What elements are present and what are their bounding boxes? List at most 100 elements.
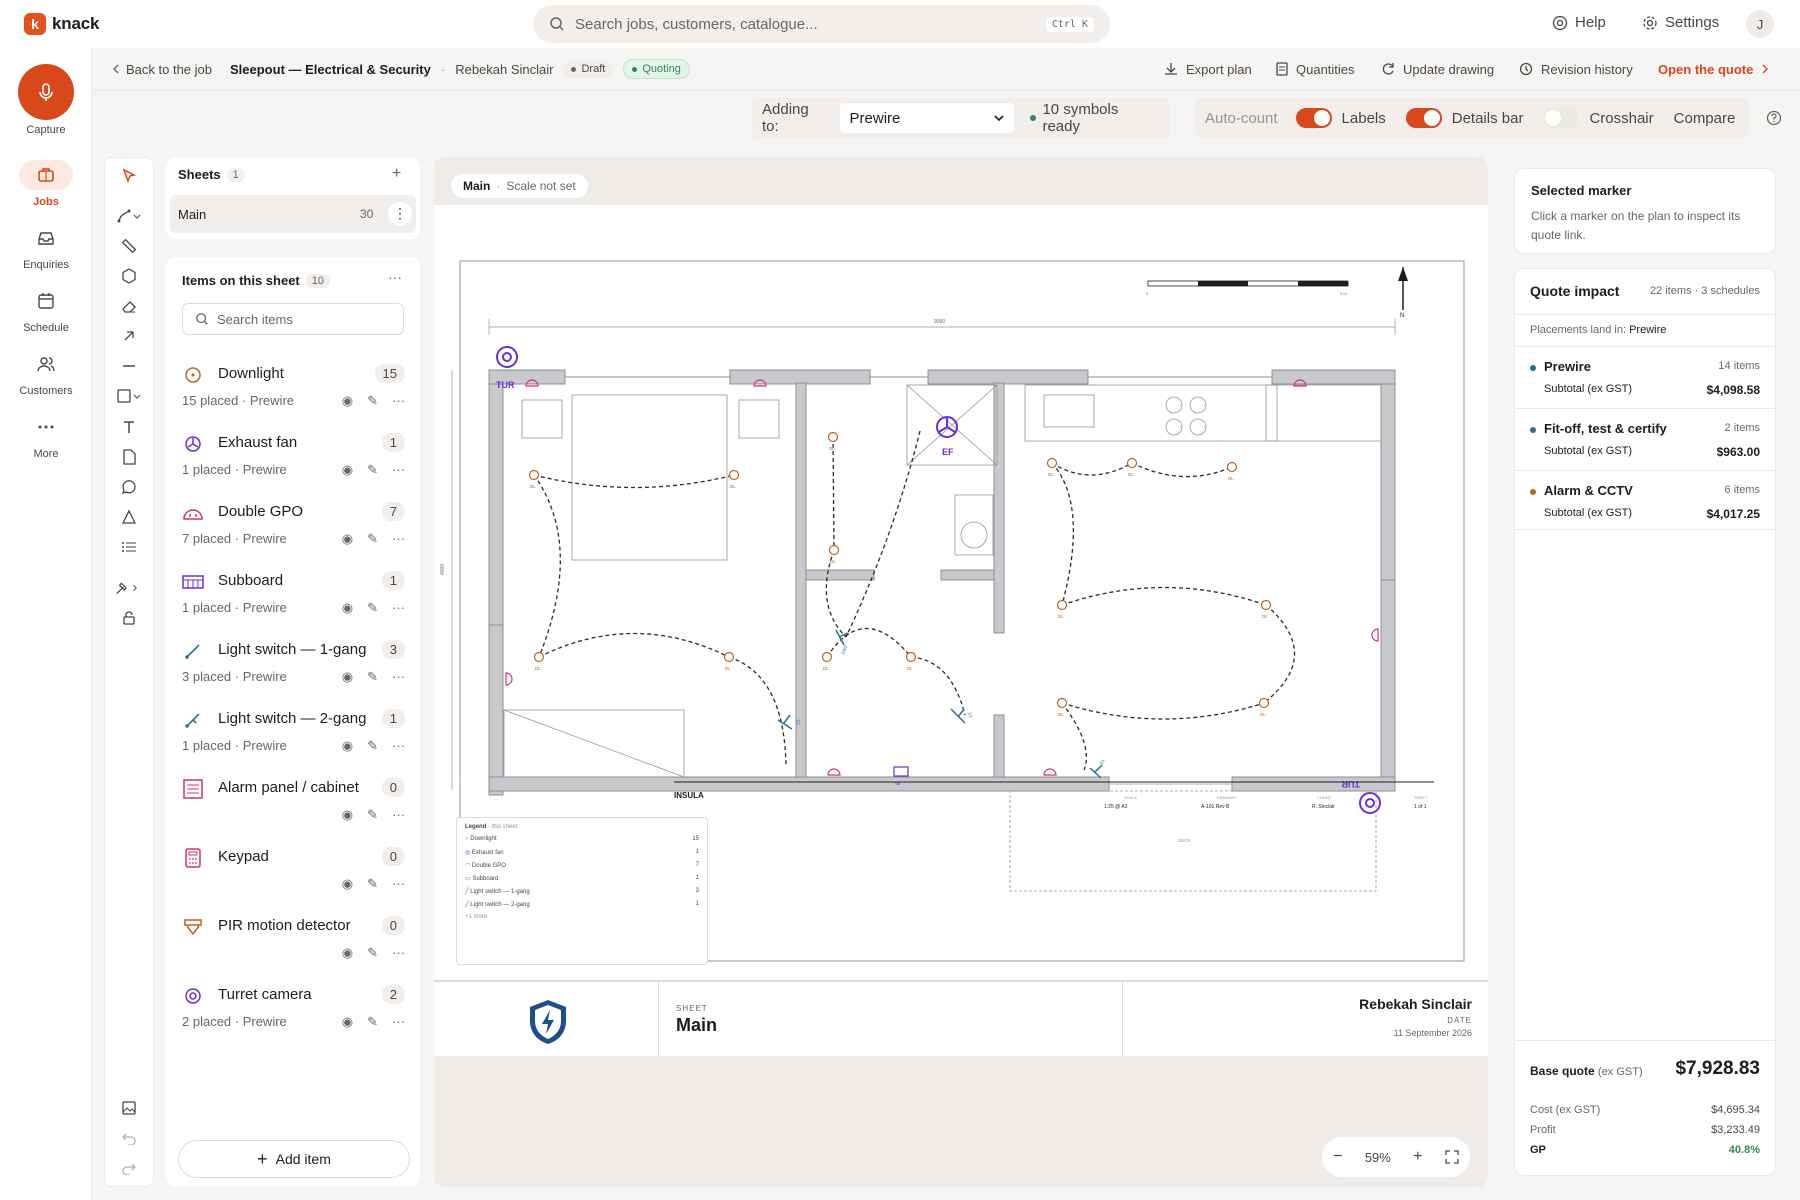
back-link[interactable]: Back to the job: [112, 62, 212, 77]
tools-menu[interactable]: [114, 577, 140, 599]
list-item[interactable]: Light switch — 2-gang 1 1 placed · Prewi…: [180, 706, 405, 775]
edit-icon[interactable]: ✎: [367, 738, 378, 754]
line-tool[interactable]: [116, 355, 142, 377]
list-item[interactable]: PIR motion detector 0 ◉ ✎ ···: [180, 913, 405, 982]
help-link[interactable]: Help: [1552, 14, 1606, 31]
auto-count-button[interactable]: Auto-count: [1205, 110, 1278, 127]
footer-client-name: Rebekah Sinclair: [1359, 996, 1472, 1012]
eye-icon[interactable]: ◉: [342, 738, 353, 754]
eye-icon[interactable]: ◉: [342, 807, 353, 823]
eye-icon[interactable]: ◉: [342, 531, 353, 547]
sheet-scale-chip[interactable]: Main · Scale not set: [450, 173, 589, 199]
add-sheet-button[interactable]: +: [392, 165, 401, 183]
polygon-tool[interactable]: [116, 265, 142, 287]
more-icon[interactable]: ···: [392, 876, 405, 892]
crosshair-toggle[interactable]: [1543, 108, 1580, 128]
edit-icon[interactable]: ✎: [367, 393, 378, 409]
select-tool[interactable]: [116, 165, 142, 187]
sheet-menu-button[interactable]: ⋮: [388, 202, 412, 226]
update-drawing-button[interactable]: Update drawing: [1381, 58, 1494, 80]
arrow-tool[interactable]: [116, 325, 142, 347]
more-icon[interactable]: ···: [392, 807, 405, 823]
note-tool[interactable]: [116, 446, 142, 468]
quantities-button[interactable]: Quantities: [1276, 58, 1355, 80]
list-tool[interactable]: [116, 536, 142, 558]
nav-jobs[interactable]: Jobs: [0, 160, 92, 208]
settings-link[interactable]: Settings: [1642, 14, 1719, 31]
sheet-name: Main: [178, 207, 207, 222]
adding-to-select[interactable]: Prewire: [839, 103, 1015, 133]
more-icon[interactable]: ···: [392, 531, 405, 547]
global-search[interactable]: Search jobs, customers, catalogue... Ctr…: [533, 5, 1110, 43]
user-avatar[interactable]: J: [1746, 10, 1774, 38]
more-icon[interactable]: ···: [392, 1014, 405, 1030]
list-item[interactable]: Downlight 15 15 placed · Prewire ◉ ✎ ···: [180, 361, 405, 430]
eye-icon[interactable]: ◉: [342, 393, 353, 409]
eye-icon[interactable]: ◉: [342, 600, 353, 616]
items-menu-button[interactable]: ···: [388, 269, 402, 285]
nav-more[interactable]: More: [0, 412, 92, 460]
more-icon[interactable]: ···: [392, 600, 405, 616]
measure-tool[interactable]: [116, 235, 142, 257]
nav-schedule[interactable]: Schedule: [0, 286, 92, 334]
edit-icon[interactable]: ✎: [367, 531, 378, 547]
compare-button[interactable]: Compare: [1674, 110, 1736, 127]
eye-icon[interactable]: ◉: [342, 1014, 353, 1030]
comment-tool[interactable]: [116, 476, 142, 498]
schedule-subtotal: $4,098.58: [1706, 383, 1760, 397]
undo-button[interactable]: [116, 1127, 142, 1149]
sheet-item-main[interactable]: Main 30 ⋮: [170, 195, 416, 233]
text-tool[interactable]: [116, 416, 142, 438]
zoom-out-button[interactable]: −: [1333, 1148, 1342, 1166]
help-circle-icon[interactable]: [1766, 110, 1782, 126]
scale-zero: 0: [1146, 291, 1149, 296]
eye-icon[interactable]: ◉: [342, 876, 353, 892]
nav-customers[interactable]: Customers: [0, 349, 92, 397]
rectangle-tool[interactable]: [116, 385, 142, 407]
image-tool[interactable]: [116, 1097, 142, 1119]
schedule-row[interactable]: Alarm & CCTV 6 items Subtotal (ex GST) $…: [1514, 470, 1776, 530]
zoom-in-button[interactable]: +: [1413, 1148, 1422, 1166]
list-item[interactable]: Keypad 0 ◉ ✎ ···: [180, 844, 405, 913]
edit-icon[interactable]: ✎: [367, 1014, 378, 1030]
list-item[interactable]: Alarm panel / cabinet 0 ◉ ✎ ···: [180, 775, 405, 844]
labels-toggle[interactable]: [1295, 108, 1332, 128]
schedule-row[interactable]: Prewire 14 items Subtotal (ex GST) $4,09…: [1514, 346, 1776, 406]
more-icon[interactable]: ···: [392, 945, 405, 961]
list-item[interactable]: Turret camera 2 2 placed · Prewire ◉ ✎ ···: [180, 982, 405, 1051]
revision-history-button[interactable]: Revision history: [1519, 58, 1633, 80]
more-icon[interactable]: ···: [392, 462, 405, 478]
curve-tool[interactable]: [116, 205, 142, 227]
warning-tool[interactable]: [116, 506, 142, 528]
edit-icon[interactable]: ✎: [367, 462, 378, 478]
capture-button[interactable]: [18, 64, 74, 120]
list-item[interactable]: Subboard 1 1 placed · Prewire ◉ ✎ ···: [180, 568, 405, 637]
eye-icon[interactable]: ◉: [342, 945, 353, 961]
lock-tool[interactable]: [116, 607, 142, 629]
fullscreen-icon[interactable]: [1445, 1150, 1459, 1164]
add-item-button[interactable]: + Add item: [178, 1140, 410, 1178]
eye-icon[interactable]: ◉: [342, 462, 353, 478]
redo-button[interactable]: [116, 1157, 142, 1179]
items-search-input[interactable]: Search items: [182, 303, 404, 335]
list-item[interactable]: Double GPO 7 7 placed · Prewire ◉ ✎ ···: [180, 499, 405, 568]
eye-icon[interactable]: ◉: [342, 669, 353, 685]
list-item[interactable]: Exhaust fan 1 1 placed · Prewire ◉ ✎ ···: [180, 430, 405, 499]
app-logo[interactable]: k knack: [24, 13, 99, 35]
edit-icon[interactable]: ✎: [367, 876, 378, 892]
edit-icon[interactable]: ✎: [367, 945, 378, 961]
edit-icon[interactable]: ✎: [367, 669, 378, 685]
more-icon[interactable]: ···: [392, 393, 405, 409]
export-plan-button[interactable]: Export plan: [1164, 58, 1252, 80]
more-icon[interactable]: ···: [392, 669, 405, 685]
nav-enquiries[interactable]: Enquiries: [0, 223, 92, 271]
more-icon[interactable]: ···: [392, 738, 405, 754]
schedule-row[interactable]: Fit-off, test & certify 2 items Subtotal…: [1514, 408, 1776, 468]
edit-icon[interactable]: ✎: [367, 600, 378, 616]
open-quote-link[interactable]: Open the quote: [1658, 58, 1769, 80]
eraser-tool[interactable]: [116, 295, 142, 317]
edit-icon[interactable]: ✎: [367, 807, 378, 823]
details-bar-toggle[interactable]: [1405, 108, 1442, 128]
list-item[interactable]: Light switch — 1-gang 3 3 placed · Prewi…: [180, 637, 405, 706]
profit-value: $3,233.49: [1711, 1124, 1760, 1136]
